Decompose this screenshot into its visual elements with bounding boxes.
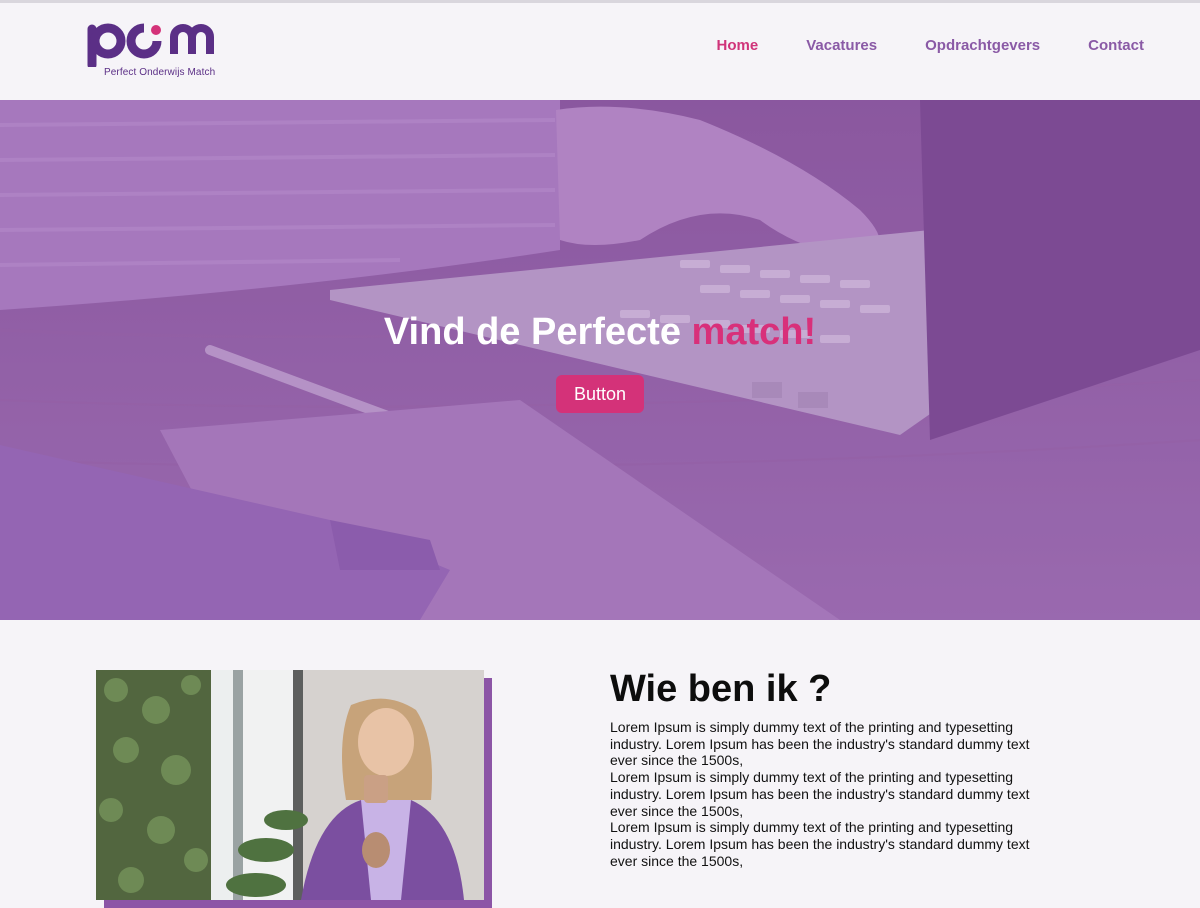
- about-paragraph: Lorem Ipsum is simply dummy text of the …: [610, 769, 1030, 819]
- portrait-photo: [96, 670, 484, 900]
- logo-tagline: Perfect Onderwijs Match: [104, 67, 216, 78]
- about-body: Lorem Ipsum is simply dummy text of the …: [610, 719, 1050, 869]
- about-photo-frame: [96, 670, 496, 908]
- about-title: Wie ben ik ?: [610, 668, 832, 710]
- pom-logo[interactable]: Perfect Onderwijs Match: [86, 17, 226, 85]
- portrait-image: [96, 670, 484, 900]
- hero-overlay: [0, 100, 1200, 620]
- nav-vacatures[interactable]: Vacatures: [806, 37, 877, 54]
- site-header: Perfect Onderwijs Match Home Vacatures O…: [0, 3, 1200, 100]
- hero-section: Vind de Perfecte match! Button: [0, 100, 1200, 620]
- hero-cta-button[interactable]: Button: [556, 375, 644, 413]
- nav-home[interactable]: Home: [717, 37, 759, 54]
- nav-contact[interactable]: Contact: [1088, 37, 1144, 54]
- pom-logo-mark: [87, 23, 214, 67]
- about-paragraph: Lorem Ipsum is simply dummy text of the …: [610, 819, 1030, 869]
- about-text-block: Wie ben ik ? Lorem Ipsum is simply dummy…: [610, 668, 1050, 869]
- hero-title-main: Vind de Perfecte: [383, 311, 692, 354]
- main-navigation: Home Vacatures Opdrachtgevers Contact: [717, 37, 1144, 54]
- nav-opdrachtgevers[interactable]: Opdrachtgevers: [925, 37, 1040, 54]
- hero-title: Vind de Perfecte match!: [0, 311, 1200, 354]
- about-paragraph: Lorem Ipsum is simply dummy text of the …: [610, 719, 1030, 769]
- hero-title-accent: match!: [691, 311, 817, 354]
